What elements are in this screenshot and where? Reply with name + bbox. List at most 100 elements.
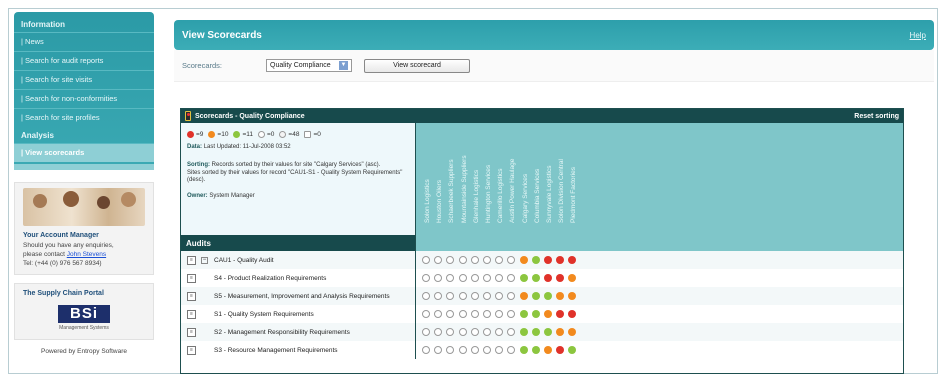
status-dot[interactable] — [470, 292, 479, 300]
site-column-header[interactable]: Solon Logistics — [422, 125, 432, 225]
status-dot[interactable] — [483, 292, 491, 300]
status-dot[interactable] — [434, 256, 443, 264]
status-dot[interactable] — [458, 310, 467, 318]
document-icon[interactable]: ≡ — [187, 345, 196, 355]
site-column-header[interactable]: Solon Division Central — [556, 125, 566, 225]
status-dot[interactable] — [531, 256, 540, 264]
status-dot[interactable] — [458, 256, 467, 264]
status-dot[interactable] — [483, 274, 491, 282]
reset-sorting-link[interactable]: Reset sorting — [854, 113, 899, 120]
status-dot[interactable] — [446, 274, 455, 282]
site-column-header[interactable]: Austin Power Haulage — [507, 125, 517, 225]
status-dot[interactable] — [470, 310, 479, 318]
view-scorecard-button[interactable]: View scorecard — [364, 58, 470, 73]
status-dot[interactable] — [507, 328, 516, 336]
sidebar-item-non-conformities[interactable]: | Search for non-conformities — [14, 89, 154, 108]
status-dot[interactable] — [531, 346, 540, 354]
status-dot[interactable] — [507, 292, 516, 300]
document-icon[interactable]: ≡ — [187, 273, 196, 283]
status-dot[interactable] — [495, 328, 504, 336]
status-dot[interactable] — [519, 346, 528, 354]
site-column-header[interactable]: Huntington Services — [483, 125, 493, 225]
status-dot[interactable] — [446, 346, 455, 354]
site-column-header[interactable]: Schaerbeek Suppliers — [446, 125, 456, 225]
status-dot[interactable] — [531, 274, 540, 282]
status-dot[interactable] — [422, 274, 430, 282]
status-dot[interactable] — [470, 328, 479, 336]
site-column-header[interactable]: Glenhale Logistics — [471, 125, 481, 225]
status-dot[interactable] — [422, 310, 430, 318]
status-dot[interactable] — [470, 274, 479, 282]
status-dot[interactable] — [507, 274, 516, 282]
status-dot[interactable] — [507, 256, 516, 264]
help-link[interactable]: Help — [910, 31, 926, 40]
status-dot[interactable] — [519, 292, 528, 300]
account-manager-contact-link[interactable]: John Stevens — [67, 251, 106, 258]
site-column-header[interactable]: Sunnyvale Logistics — [544, 125, 554, 225]
status-dot[interactable] — [458, 346, 467, 354]
status-dot[interactable] — [544, 328, 552, 336]
status-dot[interactable] — [544, 256, 552, 264]
collapse-icon[interactable]: − — [201, 256, 208, 264]
status-dot[interactable] — [556, 292, 565, 300]
status-dot[interactable] — [495, 274, 504, 282]
status-dot[interactable] — [519, 274, 528, 282]
status-dot[interactable] — [422, 346, 430, 354]
status-dot[interactable] — [556, 274, 565, 282]
status-dot[interactable] — [495, 292, 504, 300]
status-dot[interactable] — [446, 292, 455, 300]
status-dot[interactable] — [568, 328, 577, 336]
status-dot[interactable] — [458, 292, 467, 300]
status-dot[interactable] — [422, 328, 430, 336]
status-dot[interactable] — [422, 256, 430, 264]
sidebar-item-news[interactable]: | News — [14, 32, 154, 51]
status-dot[interactable] — [434, 292, 443, 300]
scorecard-select[interactable]: Quality Compliance ▼ — [266, 59, 352, 72]
document-icon[interactable]: ≡ — [187, 291, 196, 301]
status-dot[interactable] — [446, 328, 455, 336]
status-dot[interactable] — [568, 346, 577, 354]
status-dot[interactable] — [544, 310, 552, 318]
status-dot[interactable] — [519, 310, 528, 318]
status-dot[interactable] — [507, 346, 516, 354]
site-column-header[interactable]: Houston Oilers — [434, 125, 444, 225]
status-dot[interactable] — [568, 292, 577, 300]
sidebar-item-audit-reports[interactable]: | Search for audit reports — [14, 51, 154, 70]
status-dot[interactable] — [544, 274, 552, 282]
status-dot[interactable] — [556, 328, 565, 336]
status-dot[interactable] — [483, 310, 491, 318]
status-dot[interactable] — [483, 328, 491, 336]
status-dot[interactable] — [434, 310, 443, 318]
document-icon[interactable]: ≡ — [187, 309, 196, 319]
status-dot[interactable] — [519, 256, 528, 264]
status-dot[interactable] — [434, 274, 443, 282]
status-dot[interactable] — [483, 256, 491, 264]
site-column-header[interactable]: Mountainside Suppliers — [459, 125, 469, 225]
status-dot[interactable] — [434, 346, 443, 354]
status-dot[interactable] — [434, 328, 443, 336]
site-column-header[interactable]: Columbia Services — [532, 125, 542, 225]
sidebar-item-site-visits[interactable]: | Search for site visits — [14, 70, 154, 89]
status-dot[interactable] — [495, 310, 504, 318]
status-dot[interactable] — [556, 256, 565, 264]
status-dot[interactable] — [446, 256, 455, 264]
document-icon[interactable]: ≡ — [187, 327, 196, 337]
status-dot[interactable] — [556, 310, 565, 318]
status-dot[interactable] — [470, 256, 479, 264]
site-column-header[interactable]: Piedmont Factories — [568, 125, 578, 225]
document-icon[interactable]: ≡ — [187, 255, 196, 265]
sidebar-item-view-scorecards[interactable]: | View scorecards — [14, 143, 154, 162]
status-dot[interactable] — [470, 346, 479, 354]
status-dot[interactable] — [568, 256, 577, 264]
status-dot[interactable] — [495, 256, 504, 264]
status-dot[interactable] — [531, 292, 540, 300]
status-dot[interactable] — [495, 346, 504, 354]
status-dot[interactable] — [422, 292, 430, 300]
status-dot[interactable] — [507, 310, 516, 318]
site-column-header[interactable]: Camerillo Logistics — [495, 125, 505, 225]
status-dot[interactable] — [556, 346, 565, 354]
status-dot[interactable] — [544, 292, 552, 300]
status-dot[interactable] — [519, 328, 528, 336]
status-dot[interactable] — [544, 346, 552, 354]
status-dot[interactable] — [531, 328, 540, 336]
